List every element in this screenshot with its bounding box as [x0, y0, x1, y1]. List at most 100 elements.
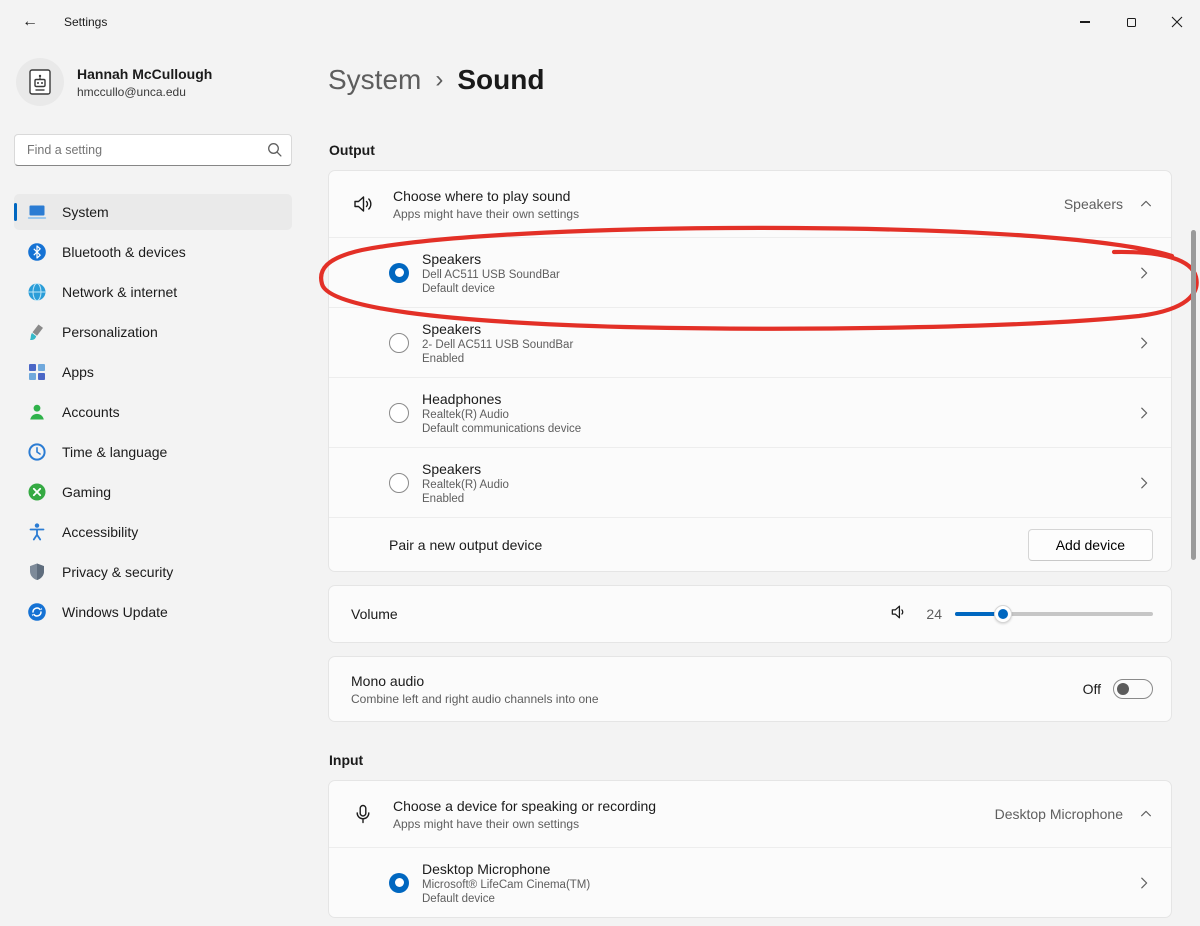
device-status: Enabled: [422, 493, 509, 505]
apps-icon: [27, 362, 47, 382]
chevron-up-icon[interactable]: [1139, 807, 1153, 821]
sidebar-item-network-internet[interactable]: Network & internet: [14, 274, 292, 310]
page-title: Sound: [457, 64, 544, 96]
output-device-row-headphones[interactable]: Headphones Realtek(R) Audio Default comm…: [329, 377, 1171, 447]
sidebar-item-time-language[interactable]: Time & language: [14, 434, 292, 470]
volume-slider-thumb[interactable]: [994, 605, 1012, 623]
speaker-icon: [351, 192, 375, 216]
chevron-right-icon[interactable]: [1137, 266, 1151, 280]
chevron-right-icon[interactable]: [1137, 406, 1151, 420]
volume-label: Volume: [351, 606, 398, 622]
radio-selected[interactable]: [389, 263, 409, 283]
input-header-subtitle: Apps might have their own settings: [393, 817, 656, 831]
window-title: Settings: [64, 15, 107, 29]
input-device-row-desktop-microphone[interactable]: Desktop Microphone Microsoft® LifeCam Ci…: [329, 847, 1171, 917]
radio-unselected[interactable]: [389, 403, 409, 423]
output-header-row[interactable]: Choose where to play sound Apps might ha…: [329, 171, 1171, 237]
privacy-security-icon: [27, 562, 47, 582]
search-input[interactable]: [14, 134, 292, 166]
output-selected-value: Speakers: [1064, 196, 1123, 212]
device-name: Speakers: [422, 321, 573, 337]
pair-device-label: Pair a new output device: [389, 537, 542, 553]
maximize-button[interactable]: [1108, 0, 1154, 44]
mono-audio-toggle[interactable]: [1113, 679, 1153, 699]
device-status: Default communications device: [422, 423, 581, 435]
input-device-group: Choose a device for speaking or recordin…: [328, 780, 1172, 918]
sidebar-item-label: Network & internet: [62, 284, 177, 300]
chevron-right-icon[interactable]: [1137, 876, 1151, 890]
accounts-icon: [27, 402, 47, 422]
device-status: Enabled: [422, 353, 573, 365]
device-status: Default device: [422, 283, 560, 295]
device-detail: Microsoft® LifeCam Cinema(TM): [422, 879, 590, 891]
avatar: [16, 58, 64, 106]
sidebar-item-windows-update[interactable]: Windows Update: [14, 594, 292, 630]
output-device-row-speakers-dell-2[interactable]: Speakers 2- Dell AC511 USB SoundBar Enab…: [329, 307, 1171, 377]
system-icon: [27, 202, 47, 222]
output-device-row-speakers-dell[interactable]: Speakers Dell AC511 USB SoundBar Default…: [329, 237, 1171, 307]
add-device-button[interactable]: Add device: [1028, 529, 1153, 561]
maximize-icon: [1127, 18, 1136, 27]
sidebar-item-gaming[interactable]: Gaming: [14, 474, 292, 510]
mono-audio-subtitle: Combine left and right audio channels in…: [351, 692, 599, 706]
main-content: System › Sound Output Choose where to pl…: [306, 44, 1200, 926]
sidebar: Hannah McCullough hmccullo@unca.edu Syst…: [0, 44, 306, 926]
sidebar-item-bluetooth-devices[interactable]: Bluetooth & devices: [14, 234, 292, 270]
user-email: hmccullo@unca.edu: [77, 85, 212, 99]
volume-slider[interactable]: [955, 612, 1153, 616]
output-device-row-speakers-realtek[interactable]: Speakers Realtek(R) Audio Enabled: [329, 447, 1171, 517]
breadcrumb: System › Sound: [328, 64, 1172, 96]
accessibility-icon: [27, 522, 47, 542]
volume-speaker-icon[interactable]: [889, 602, 909, 627]
mono-audio-card: Mono audio Combine left and right audio …: [328, 656, 1172, 722]
sidebar-item-label: Privacy & security: [62, 564, 173, 580]
sidebar-item-system[interactable]: System: [14, 194, 292, 230]
sidebar-item-label: Bluetooth & devices: [62, 244, 186, 260]
time-language-icon: [27, 442, 47, 462]
device-name: Headphones: [422, 391, 581, 407]
search-icon[interactable]: [266, 141, 283, 163]
volume-slider-fill: [955, 612, 1003, 616]
sidebar-item-accounts[interactable]: Accounts: [14, 394, 292, 430]
device-detail: Realtek(R) Audio: [422, 409, 581, 421]
sidebar-item-accessibility[interactable]: Accessibility: [14, 514, 292, 550]
device-detail: 2- Dell AC511 USB SoundBar: [422, 339, 573, 351]
input-header-title: Choose a device for speaking or recordin…: [393, 798, 656, 814]
device-detail: Dell AC511 USB SoundBar: [422, 269, 560, 281]
sidebar-item-label: Windows Update: [62, 604, 168, 620]
radio-unselected[interactable]: [389, 473, 409, 493]
pair-new-device-row: Pair a new output device Add device: [329, 517, 1171, 571]
back-button[interactable]: ←: [14, 6, 46, 38]
sidebar-item-apps[interactable]: Apps: [14, 354, 292, 390]
radio-selected[interactable]: [389, 873, 409, 893]
radio-unselected[interactable]: [389, 333, 409, 353]
close-button[interactable]: [1154, 0, 1200, 44]
output-header-title: Choose where to play sound: [393, 188, 579, 204]
mono-toggle-state: Off: [1083, 681, 1101, 697]
sidebar-item-label: Gaming: [62, 484, 111, 500]
output-device-group: Choose where to play sound Apps might ha…: [328, 170, 1172, 572]
sidebar-item-label: Accounts: [62, 404, 120, 420]
input-header-row[interactable]: Choose a device for speaking or recordin…: [329, 781, 1171, 847]
sidebar-item-label: Apps: [62, 364, 94, 380]
sidebar-nav: System Bluetooth & devices Network & int…: [14, 194, 292, 630]
gaming-icon: [27, 482, 47, 502]
user-profile[interactable]: Hannah McCullough hmccullo@unca.edu: [16, 58, 292, 106]
volume-card: Volume 24: [328, 585, 1172, 643]
microphone-icon: [351, 802, 375, 826]
minimize-button[interactable]: [1062, 0, 1108, 44]
personalization-icon: [27, 322, 47, 342]
sidebar-item-label: Time & language: [62, 444, 167, 460]
chevron-right-icon[interactable]: [1137, 336, 1151, 350]
vertical-scrollbar[interactable]: [1191, 230, 1196, 560]
back-arrow-icon: ←: [22, 13, 38, 31]
sidebar-item-privacy-security[interactable]: Privacy & security: [14, 554, 292, 590]
sidebar-item-personalization[interactable]: Personalization: [14, 314, 292, 350]
chevron-up-icon[interactable]: [1139, 197, 1153, 211]
chevron-right-icon[interactable]: [1137, 476, 1151, 490]
titlebar: ← Settings: [0, 0, 1200, 44]
sidebar-item-label: Personalization: [62, 324, 158, 340]
windows-update-icon: [27, 602, 47, 622]
breadcrumb-separator: ›: [435, 66, 443, 94]
breadcrumb-system[interactable]: System: [328, 64, 421, 96]
